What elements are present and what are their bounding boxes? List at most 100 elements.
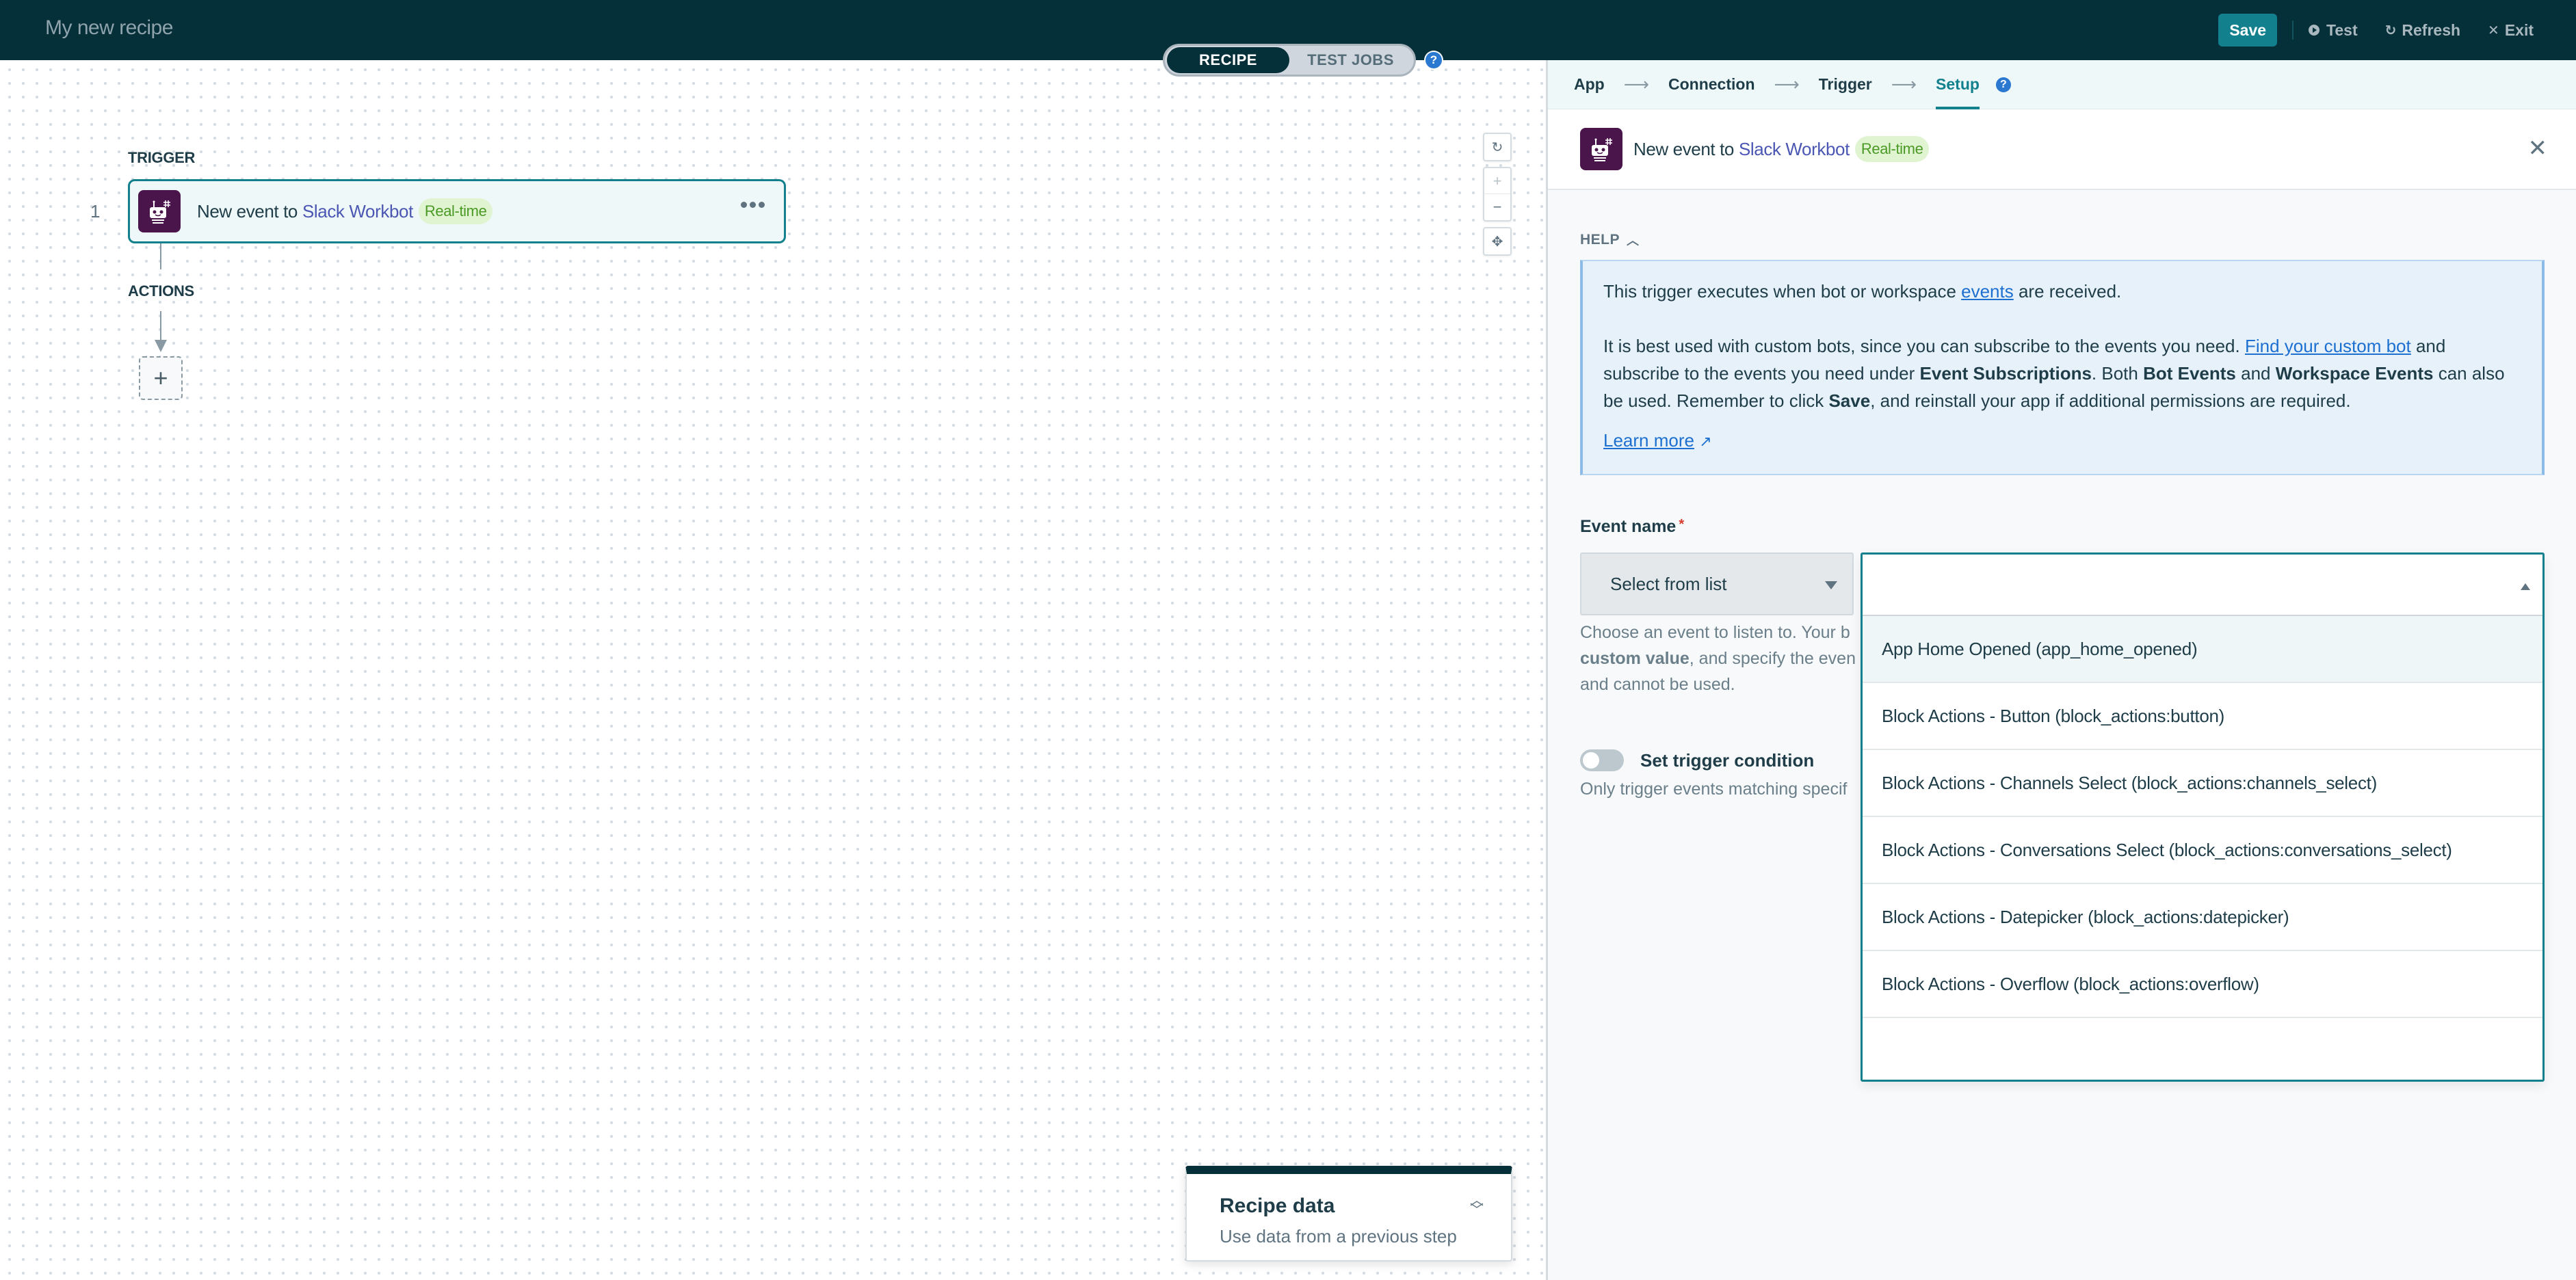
actions-section-label: ACTIONS xyxy=(128,282,194,299)
step-trigger[interactable]: Trigger xyxy=(1819,60,1872,109)
events-link[interactable]: events xyxy=(1961,281,2014,302)
zoom-out-button[interactable]: − xyxy=(1484,194,1510,220)
caret-down-icon xyxy=(1825,581,1837,589)
close-icon: ✕ xyxy=(2488,23,2499,38)
trigger-app-name: Slack Workbot xyxy=(302,200,413,222)
trigger-condition-toggle[interactable] xyxy=(1580,749,1624,771)
dropdown-option[interactable]: Block Actions - Channels Select (block_a… xyxy=(1863,750,2542,817)
caret-up-icon[interactable] xyxy=(2521,583,2530,590)
realtime-badge: Real-time xyxy=(418,198,493,224)
event-name-label: Event name * xyxy=(1580,517,1684,537)
step-number: 1 xyxy=(90,201,101,222)
help-toggle[interactable]: HELP ︿ xyxy=(1580,231,1640,249)
refresh-button[interactable]: ↻ Refresh xyxy=(2385,21,2460,40)
recipe-data-subtitle: Use data from a previous step xyxy=(1220,1226,1457,1246)
event-name-hint: Choose an event to listen to. Your b cus… xyxy=(1580,619,1867,697)
panel-title-row: New event to Slack Workbot Real-time ✕ xyxy=(1548,109,2576,190)
connector-line xyxy=(160,243,161,269)
input-mode-select[interactable]: Select from list xyxy=(1580,552,1854,615)
hint-text: Choose an event to listen to. Your b xyxy=(1580,623,1850,642)
refresh-icon: ↻ xyxy=(2384,23,2397,38)
close-panel-icon[interactable]: ✕ xyxy=(2528,137,2548,160)
help-text: are received. xyxy=(2013,281,2122,302)
learn-more-link[interactable]: Learn more xyxy=(1603,430,1694,451)
help-bold: Workspace Events xyxy=(2275,363,2434,384)
help-bold: Bot Events xyxy=(2143,363,2236,384)
event-name-text: Event name xyxy=(1580,517,1677,536)
trigger-step-card[interactable]: New event to Slack Workbot Real-time xyxy=(128,179,786,243)
step-setup[interactable]: Setup xyxy=(1936,60,1980,109)
refresh-label: Refresh xyxy=(2402,21,2461,39)
recipe-title[interactable]: My new recipe xyxy=(45,16,173,40)
play-icon xyxy=(2309,25,2320,36)
hint-text: , and specify the even xyxy=(1689,649,1856,668)
step-app[interactable]: App xyxy=(1574,60,1605,109)
help-paragraph-2: It is best used with custom bots, since … xyxy=(1603,332,2521,414)
zoom-buttons: + − xyxy=(1483,167,1512,222)
dropdown-option[interactable]: App Home Opened (app_home_opened) xyxy=(1863,616,2542,683)
input-mode-value: Select from list xyxy=(1610,573,1727,594)
find-custom-bot-link[interactable]: Find your custom bot xyxy=(2245,336,2411,356)
slack-workbot-icon xyxy=(1580,128,1622,170)
connector-arrow-icon xyxy=(155,340,167,352)
trigger-condition-label: Set trigger condition xyxy=(1640,749,1815,771)
slack-workbot-icon xyxy=(138,190,181,232)
arrow-right-icon: ⟶ xyxy=(1623,74,1649,94)
mode-toggle: RECIPE TEST JOBS xyxy=(1163,44,1416,77)
exit-button[interactable]: ✕ Exit xyxy=(2488,21,2534,40)
dropdown-option[interactable]: Block Actions - Datepicker (block_action… xyxy=(1863,884,2542,951)
help-icon[interactable]: ? xyxy=(1425,52,1442,68)
help-text: This trigger executes when bot or worksp… xyxy=(1603,281,1962,302)
help-paragraph-1: This trigger executes when bot or worksp… xyxy=(1603,278,2521,305)
event-name-input[interactable] xyxy=(1863,555,2542,616)
help-bold: Event Subscriptions xyxy=(1919,363,2092,384)
dropdown-option[interactable]: Block Actions - Button (block_actions:bu… xyxy=(1863,683,2542,750)
trigger-condition-hint: Only trigger events matching specif xyxy=(1580,779,1848,799)
hint-bold: custom value xyxy=(1580,649,1690,668)
dropdown-option[interactable]: Block Actions - Overflow (block_actions:… xyxy=(1863,951,2542,1018)
panel-title: New event to Slack Workbot Real-time xyxy=(1633,136,1930,162)
connector-line xyxy=(160,311,161,342)
arrow-right-icon: ⟶ xyxy=(1774,74,1800,94)
exit-label: Exit xyxy=(2504,21,2534,39)
dropdown-option[interactable]: Block Actions - Conversations Select (bl… xyxy=(1863,817,2542,884)
recipe-data-card[interactable]: Recipe data Use data from a previous ste… xyxy=(1185,1166,1512,1262)
more-options-icon[interactable] xyxy=(741,202,765,208)
add-step-button[interactable]: + xyxy=(139,356,183,400)
help-icon[interactable]: ? xyxy=(1995,77,2011,92)
help-text: and xyxy=(2235,363,2276,384)
learn-more-row: Learn more ↗ xyxy=(1603,427,2521,455)
save-button[interactable]: Save xyxy=(2218,14,2278,46)
event-name-combobox: App Home Opened (app_home_opened) Block … xyxy=(1861,552,2545,1082)
tab-recipe[interactable]: RECIPE xyxy=(1167,47,1289,73)
zoom-controls: ↻ + − ✥ xyxy=(1483,133,1512,261)
tab-test-jobs[interactable]: TEST JOBS xyxy=(1289,47,1412,73)
expand-collapse-icon[interactable]: ︿ ﹀ xyxy=(1470,1194,1484,1217)
reset-zoom-button[interactable]: ↻ xyxy=(1483,133,1512,161)
setup-steps-nav: App ⟶ Connection ⟶ Trigger ⟶ Setup ? xyxy=(1548,60,2576,109)
step-connection[interactable]: Connection xyxy=(1668,60,1755,109)
test-label: Test xyxy=(2326,21,2358,39)
help-box: This trigger executes when bot or worksp… xyxy=(1580,260,2545,475)
trigger-prefix: New event to xyxy=(197,200,298,222)
header-separator xyxy=(2292,21,2294,40)
help-text: . Both xyxy=(2091,363,2144,384)
trigger-condition-row: Set trigger condition xyxy=(1580,749,1814,771)
help-text: , and reinstall your app if additional p… xyxy=(1870,390,2351,411)
realtime-badge: Real-time xyxy=(1854,136,1930,162)
header-actions: Save Test ↻ Refresh ✕ Exit xyxy=(2218,14,2534,46)
help-label: HELP xyxy=(1580,232,1620,248)
fit-to-screen-button[interactable]: ✥ xyxy=(1483,227,1512,256)
chevron-up-icon: ︿ xyxy=(1627,234,1640,248)
title-prefix: New event to xyxy=(1633,138,1734,159)
recipe-data-title: Recipe data xyxy=(1220,1195,1335,1217)
help-bold: Save xyxy=(1828,390,1871,411)
external-link-icon: ↗ xyxy=(1699,433,1712,450)
step-config-panel: App ⟶ Connection ⟶ Trigger ⟶ Setup ? New… xyxy=(1548,60,2576,1280)
test-button[interactable]: Test xyxy=(2309,21,2358,40)
help-text: It is best used with custom bots, since … xyxy=(1603,336,2245,356)
zoom-in-button[interactable]: + xyxy=(1484,168,1510,194)
trigger-section-label: TRIGGER xyxy=(128,149,196,166)
hint-text: and cannot be used. xyxy=(1580,675,1735,694)
title-app-name: Slack Workbot xyxy=(1738,138,1850,159)
